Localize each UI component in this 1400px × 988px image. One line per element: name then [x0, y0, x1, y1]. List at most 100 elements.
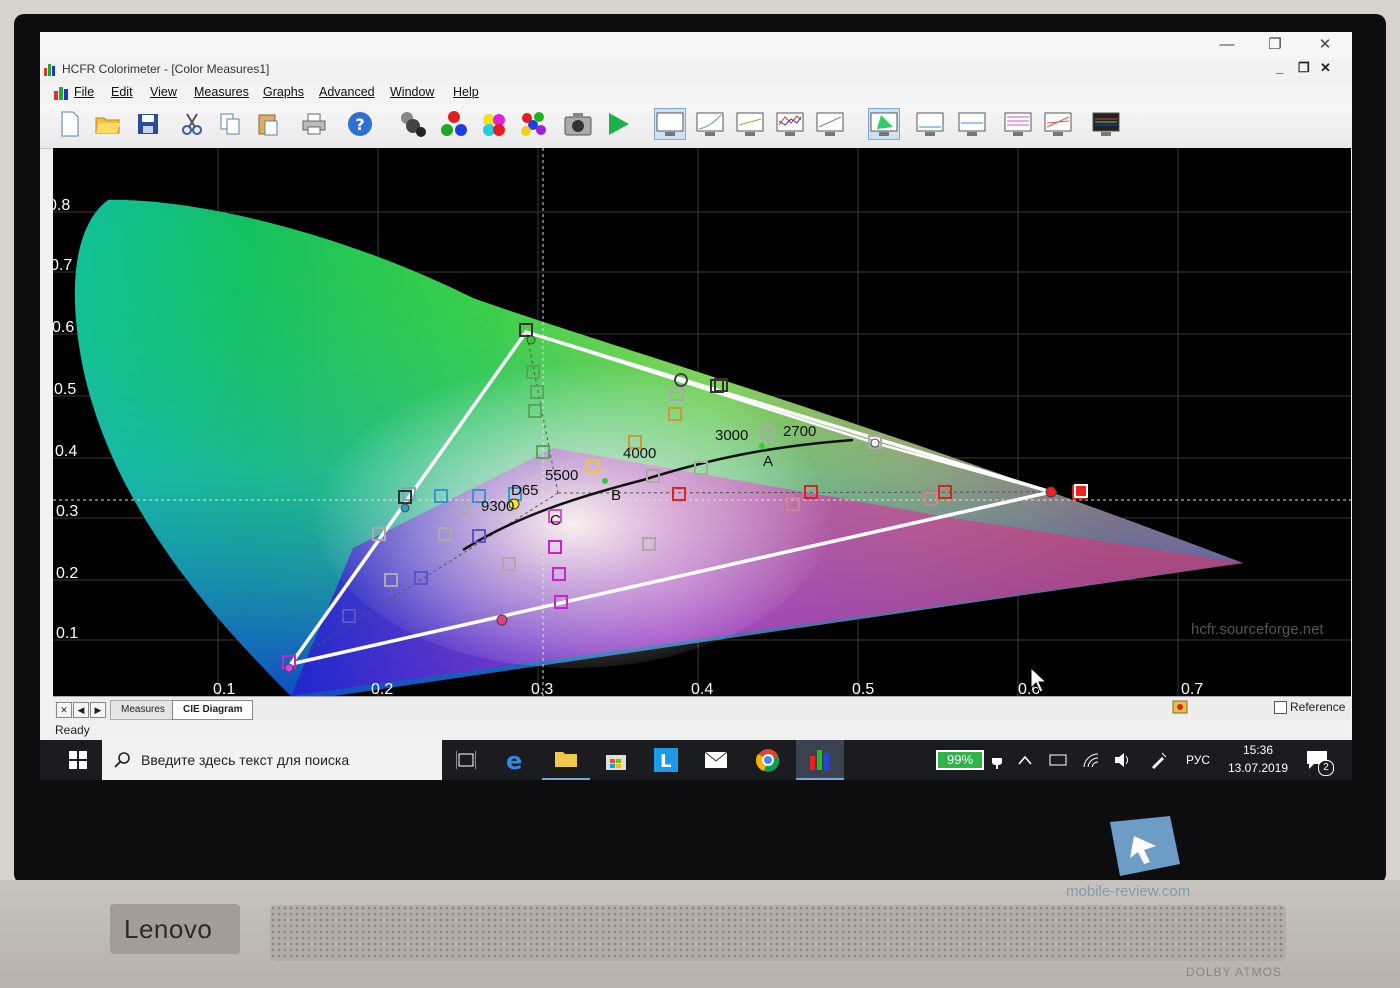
tab-cie-diagram[interactable]: CIE Diagram	[172, 700, 254, 720]
reference-label: Reference	[1290, 700, 1346, 714]
temp-label: 9300	[481, 498, 514, 515]
reference-checkbox[interactable]	[1274, 701, 1287, 714]
monitor-gamma-icon	[736, 112, 764, 136]
temp-label: 4000	[623, 445, 656, 462]
pen-icon[interactable]	[1150, 740, 1168, 780]
clock-date: 13.07.2019	[1227, 761, 1289, 775]
device-icon[interactable]	[1048, 740, 1068, 780]
y-tick: 0.5	[54, 381, 76, 398]
plot-watermark: hcfr.sourceforge.net	[1191, 621, 1324, 638]
cie-diagram-plot[interactable]: 0.1 0.2 0.3 0.4 0.5 0.6 0.7 0.8 0.7 0.6 …	[53, 148, 1351, 696]
task-view-button[interactable]	[442, 740, 490, 780]
mail-icon	[704, 751, 728, 768]
view-10-button[interactable]	[1042, 108, 1074, 140]
start-button[interactable]	[54, 740, 102, 780]
mdi-restore-button[interactable]: ❐	[1298, 60, 1310, 76]
monitor-saturation-lines-icon	[1044, 112, 1072, 136]
open-button[interactable]	[92, 108, 124, 140]
minimize-button[interactable]: —	[1204, 32, 1250, 58]
printer-icon	[302, 113, 326, 135]
speaker-grille	[270, 905, 1286, 961]
chevron-up-icon[interactable]	[1018, 740, 1032, 780]
language-indicator[interactable]: РУС	[1186, 740, 1210, 780]
clock[interactable]: 15:36 13.07.2019	[1226, 740, 1290, 780]
new-document-button[interactable]	[54, 108, 86, 140]
menu-help[interactable]: Help	[453, 85, 479, 99]
taskbar-search-box[interactable]: Введите здесь текст для поиска	[102, 740, 442, 780]
illuminant-label: B	[611, 487, 621, 504]
monitor-cie-icon	[870, 112, 898, 136]
view-7-button[interactable]	[914, 108, 946, 140]
y-tick: 0.4	[55, 443, 77, 460]
menu-window[interactable]: Window	[390, 85, 434, 99]
measure-all-button[interactable]	[518, 108, 550, 140]
paste-button[interactable]	[252, 108, 284, 140]
wifi-icon[interactable]	[1082, 740, 1100, 780]
play-button[interactable]	[602, 108, 634, 140]
windows-logo-icon	[69, 751, 87, 769]
save-button[interactable]	[132, 108, 164, 140]
illuminant-label: C	[550, 512, 561, 529]
mail-button[interactable]	[692, 740, 740, 780]
chrome-button[interactable]	[744, 740, 792, 780]
view-5-button[interactable]	[814, 108, 846, 140]
hcfr-taskbar-button[interactable]	[796, 740, 844, 780]
temp-label: 2700	[783, 423, 816, 440]
file-explorer-button[interactable]	[542, 740, 590, 780]
tab-measures[interactable]: Measures	[110, 700, 176, 720]
help-icon: ?	[348, 112, 372, 136]
menu-advanced[interactable]: Advanced	[319, 85, 375, 99]
menu-file[interactable]: File	[74, 85, 94, 99]
volume-icon[interactable]	[1114, 740, 1132, 780]
cie-diagram-svg: 0.1 0.2 0.3 0.4 0.5 0.6 0.7 0.8 0.7 0.6 …	[53, 148, 1351, 696]
print-button[interactable]	[298, 108, 330, 140]
menu-graphs[interactable]: Graphs	[263, 85, 304, 99]
mdi-close-button[interactable]: ✕	[1320, 60, 1331, 76]
y-tick: 0.8	[53, 197, 70, 214]
menu-measures[interactable]: Measures	[194, 85, 249, 99]
open-folder-icon	[95, 117, 120, 134]
view-3-button[interactable]	[734, 108, 766, 140]
clock-time: 15:36	[1242, 743, 1274, 757]
paste-icon	[258, 114, 278, 136]
menu-edit[interactable]: Edit	[111, 85, 133, 99]
lenovo-logo: Lenovo	[124, 914, 213, 944]
cut-button[interactable]	[176, 108, 208, 140]
battery-indicator[interactable]: 99%	[936, 750, 984, 770]
view-9-button[interactable]	[1002, 108, 1034, 140]
monitor-view-icon	[656, 112, 684, 136]
tab-next-button[interactable]: ▶	[90, 702, 106, 718]
maximize-button[interactable]: ❐	[1252, 32, 1298, 58]
photo-watermark: mobile-review.com	[1066, 883, 1191, 900]
view-11-button[interactable]	[1090, 108, 1122, 140]
measure-secondaries-button[interactable]	[478, 108, 510, 140]
tab-prev-button[interactable]: ◀	[73, 702, 89, 718]
menu-view[interactable]: View	[150, 85, 177, 99]
all-colors-icon	[521, 112, 546, 136]
view-1-button[interactable]	[654, 108, 686, 140]
monitor-temperature-icon	[958, 112, 986, 136]
view-2-button[interactable]	[694, 108, 726, 140]
lenovo-app-button[interactable]: L	[642, 740, 690, 780]
y-tick: 0.2	[56, 565, 78, 582]
outer-window-titlebar	[40, 32, 1352, 60]
mdi-minimize-button[interactable]: _	[1276, 60, 1283, 75]
monitor-curve-icon	[696, 112, 724, 136]
close-button[interactable]: ✕	[1302, 32, 1348, 58]
sensor-button[interactable]	[398, 108, 430, 140]
view-8-button[interactable]	[956, 108, 988, 140]
view-4-button[interactable]	[774, 108, 806, 140]
status-bar: Ready	[53, 720, 1351, 740]
tab-close-button[interactable]: ✕	[56, 702, 72, 718]
chrome-icon	[756, 749, 780, 772]
reference-icon	[1172, 700, 1188, 714]
lenovo-l-icon: L	[654, 748, 678, 772]
measure-primaries-button[interactable]	[438, 108, 470, 140]
edge-button[interactable]: e	[492, 740, 540, 780]
store-button[interactable]	[592, 740, 640, 780]
help-button[interactable]: ?	[344, 108, 376, 140]
copy-button[interactable]	[214, 108, 246, 140]
camera-button[interactable]	[562, 108, 594, 140]
monitor-spectrum-icon	[1092, 112, 1120, 136]
view-cie-button[interactable]	[868, 108, 900, 140]
